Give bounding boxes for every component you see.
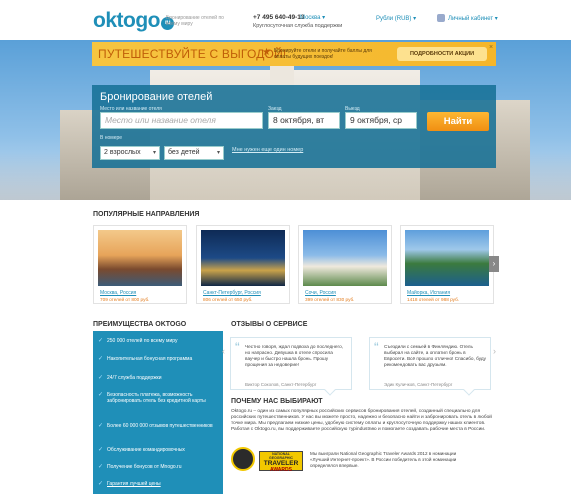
promo-title: ПУТЕШЕСТВУЙТЕ С ВЫГОДОЙ!: [98, 47, 287, 61]
destination-image: [405, 230, 489, 286]
review-tail: [463, 384, 475, 396]
destination-image: [303, 230, 387, 286]
children-value: без детей: [168, 149, 200, 156]
award-line-2: TRAVELER: [263, 460, 299, 467]
advantages-title: ПРЕИМУЩЕСТВА OKTOGO: [93, 321, 187, 328]
search-form: Бронирование отелей Место или название о…: [92, 85, 496, 168]
rooms-label: В номере: [100, 135, 123, 141]
advantage-text: Безопасность платежа, возможность заброн…: [107, 392, 206, 404]
advantage-text: Более 60 000 000 отзывов путешественнико…: [107, 423, 213, 429]
review-author: Эдик Куличков, Санкт-Петербург: [384, 382, 453, 387]
chevron-right-icon[interactable]: ›: [493, 346, 496, 356]
award-line-3: AWARDS: [270, 467, 292, 473]
promo-banner: ПУТЕШЕСТВУЙТЕ С ВЫГОДОЙ! ★ Бронируйте от…: [92, 42, 496, 66]
best-price-link[interactable]: ✓ Гарантия лучшей цены: [98, 481, 218, 487]
review-author: Виктор Соколов, Санкт-Петербург: [245, 382, 317, 387]
check-icon: ✓: [98, 356, 104, 362]
chevron-left-icon[interactable]: ‹: [222, 346, 225, 356]
header: oktogo ru Бронирование отелей по всему ми…: [0, 0, 571, 40]
logo-text: oktogo: [93, 9, 160, 32]
destination-price: 1418 отелей от 988 руб.: [407, 297, 460, 302]
check-icon: ✓: [98, 447, 104, 453]
traveler-awards-logo: NATIONAL GEOGRAPHIC TRAVELER AWARDS: [259, 451, 303, 473]
destination-name[interactable]: Сочи, Россия: [305, 290, 336, 296]
advantage-text: Получение бонусов от Mnogo.ru: [107, 464, 182, 470]
support-text: Круглосуточная служба поддержки: [253, 23, 343, 29]
advantage-item: ✓ Накопительная бонусная программа: [98, 356, 218, 362]
advantage-item: ✓ 24/7 служба поддержки: [98, 375, 218, 381]
logo[interactable]: oktogo ru: [93, 9, 174, 32]
quote-icon: “: [374, 339, 379, 355]
currency-dropdown[interactable]: Рубли (RUB) ▾: [376, 15, 416, 22]
destination-card[interactable]: Майорка, Испания 1418 отелей от 988 руб.: [400, 225, 494, 304]
advantage-item: ✓ 250 000 отелей по всему миру: [98, 338, 218, 344]
award-text: Мы выиграли National Geographic Traveler…: [310, 451, 457, 468]
destination-card[interactable]: Санкт-Петербург, Россия 806 отелей от 65…: [196, 225, 290, 304]
quote-icon: “: [235, 339, 240, 355]
tagline: Бронирование отелей по всему миру: [166, 15, 224, 27]
why-title: ПОЧЕМУ НАС ВЫБИРАЮТ: [231, 398, 323, 405]
chevron-right-icon[interactable]: ›: [489, 256, 499, 272]
advantage-text: Накопительная бонусная программа: [107, 356, 193, 362]
reviews-title: ОТЗЫВЫ О СЕРВИСЕ: [231, 321, 308, 328]
page: oktogo ru Бронирование отелей по всему ми…: [0, 0, 571, 494]
search-submit-button[interactable]: Найти: [427, 112, 489, 131]
review-text: Честно говоря, ждал подвоха до последнег…: [245, 344, 343, 367]
advantage-text: Гарантия лучшей цены: [107, 481, 161, 487]
destination-price: 399 отелей от 830 руб.: [305, 297, 355, 302]
city-dropdown[interactable]: Москва ▾: [300, 14, 325, 21]
award-line-1: NATIONAL GEOGRAPHIC: [269, 452, 293, 460]
check-icon: ✓: [98, 481, 104, 487]
children-select[interactable]: без детей ▾: [164, 146, 224, 160]
destination-card[interactable]: Сочи, Россия 399 отелей от 830 руб.: [298, 225, 392, 304]
review-card: “ Съездили с семьей в Финляндию. Отель в…: [369, 337, 491, 396]
advantage-item[interactable]: ✓ Получение бонусов от Mnogo.ru: [98, 464, 218, 470]
destination-price: 709 отелей от 800 руб.: [100, 297, 150, 302]
check-icon: ✓: [98, 464, 104, 470]
destination-name[interactable]: Санкт-Петербург, Россия: [203, 290, 261, 296]
advantage-text: Обслуживание командировочных: [107, 447, 185, 453]
popular-title: ПОПУЛЯРНЫЕ НАПРАВЛЕНИЯ: [93, 211, 200, 218]
phone-number: +7 495 640-49-13: [253, 14, 305, 21]
adults-value: 2 взрослых: [104, 149, 141, 156]
chevron-down-icon: ▾: [152, 150, 156, 156]
advantage-item: ✓ Безопасность платежа, возможность забро…: [98, 392, 218, 404]
add-room-link[interactable]: Мне нужен еще один номер: [232, 147, 303, 153]
checkin-input[interactable]: 8 октября, вт: [268, 112, 340, 129]
check-icon: ✓: [98, 338, 104, 344]
advantage-item: ✓ Обслуживание командировочных: [98, 447, 218, 453]
hero-banner: ПУТЕШЕСТВУЙТЕ С ВЫГОДОЙ! ★ Бронируйте от…: [0, 40, 571, 200]
search-title: Бронирование отелей: [100, 91, 213, 103]
review-card: “ Честно говоря, ждал подвоха до последн…: [230, 337, 352, 396]
check-icon: ✓: [98, 423, 104, 429]
user-icon: [437, 14, 445, 22]
place-input[interactable]: Место или название отеля: [100, 112, 263, 129]
destination-name[interactable]: Москва, Россия: [100, 290, 136, 296]
destination-name[interactable]: Майорка, Испания: [407, 290, 450, 296]
advantage-text: 24/7 служба поддержки: [107, 375, 162, 381]
destination-card[interactable]: Москва, Россия 709 отелей от 800 руб.: [93, 225, 187, 304]
advantage-item: ✓ Более 60 000 000 отзывов путешественник…: [98, 423, 218, 429]
account-label: Личный кабинет ▾: [448, 16, 498, 22]
promo-text: Бронируйте отели и получайте баллы для о…: [274, 48, 372, 60]
adults-select[interactable]: 2 взрослых ▾: [100, 146, 160, 160]
review-text: Съездили с семьей в Финляндию. Отель выб…: [384, 344, 486, 367]
check-icon: ✓: [98, 375, 104, 381]
star-icon: ★: [262, 47, 271, 58]
destination-image: [98, 230, 182, 286]
why-text: Oktogo.ru – один из самых популярных рос…: [231, 409, 492, 432]
destination-price: 806 отелей от 650 руб.: [203, 297, 253, 302]
promo-details-button[interactable]: ПОДРОБНОСТИ АКЦИИ: [397, 47, 487, 61]
advantages-panel: ✓ 250 000 отелей по всему миру ✓ Накопител…: [93, 331, 223, 494]
advantage-text: 250 000 отелей по всему миру: [107, 338, 178, 344]
chevron-down-icon: ▾: [216, 150, 220, 156]
destination-image: [201, 230, 285, 286]
award-badge-icon: [231, 447, 255, 471]
review-tail: [324, 384, 336, 396]
close-icon[interactable]: ×: [489, 44, 493, 51]
account-link[interactable]: Личный кабинет ▾: [437, 14, 498, 22]
check-icon: ✓: [98, 392, 104, 398]
checkout-input[interactable]: 9 октября, ср: [345, 112, 417, 129]
